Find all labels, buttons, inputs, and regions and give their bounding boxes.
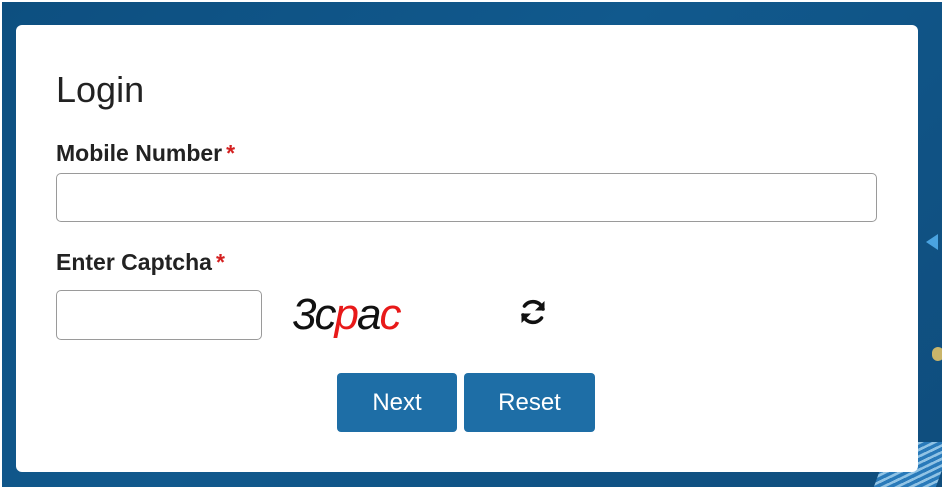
reset-button[interactable]: Reset [464,373,595,432]
mobile-number-label: Mobile Number * [56,138,235,168]
captcha-char-group: p [334,290,359,339]
login-card: Login Mobile Number * Enter Captcha * 3cpa… [16,25,918,472]
next-button[interactable]: Next [337,373,457,432]
captcha-image: 3cpac [292,287,432,343]
refresh-captcha-button[interactable] [514,293,552,331]
required-marker: * [215,249,225,275]
decorative-dot [932,347,942,361]
refresh-icon [521,299,545,325]
captcha-label-text: Enter Captcha [56,249,212,275]
captcha-char-group: a [356,290,382,339]
captcha-char-group: c [379,290,401,339]
captcha-input[interactable] [56,290,262,340]
mobile-number-label-text: Mobile Number [56,140,223,166]
captcha-char-group: 3c [292,290,337,339]
page-title: Login [56,69,145,110]
required-marker: * [226,140,236,166]
decorative-arrow [926,234,938,250]
captcha-label: Enter Captcha * [56,247,225,277]
mobile-number-input[interactable] [56,173,877,222]
